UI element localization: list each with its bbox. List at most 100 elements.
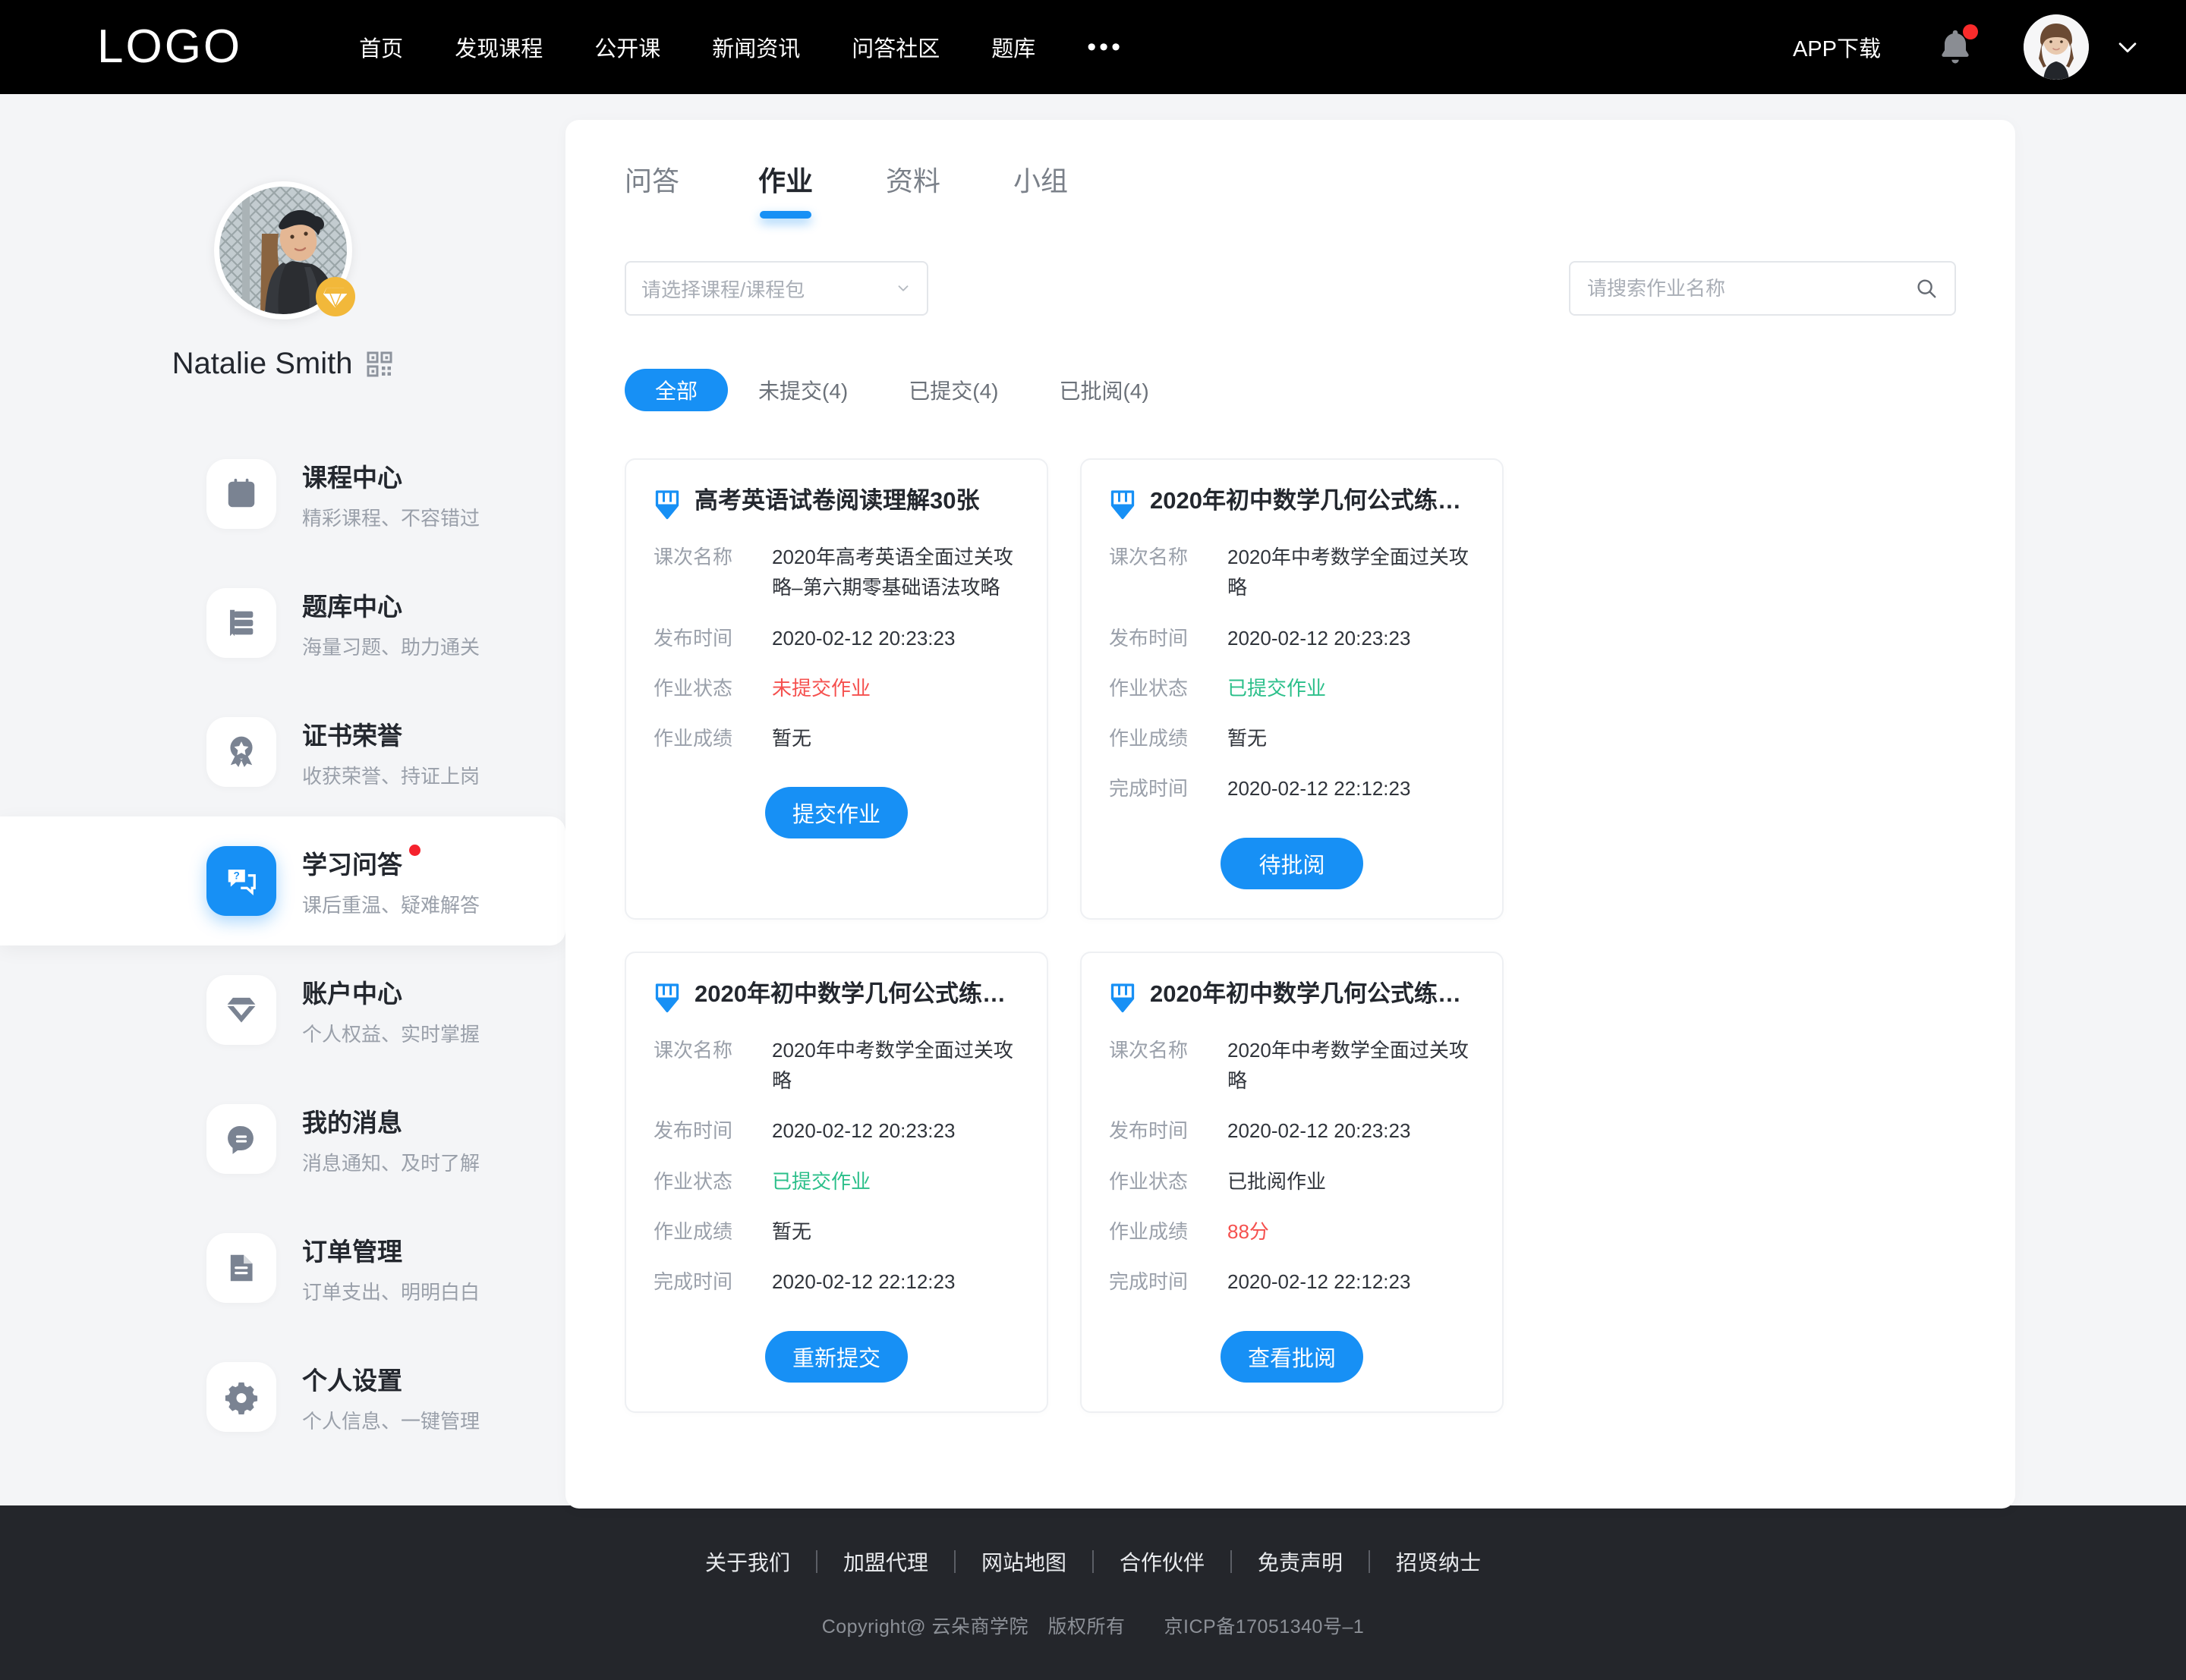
notification-bell-button[interactable] (1934, 24, 1978, 68)
field-status: 作业状态 已提交作业 (1109, 673, 1475, 703)
sidebar-item-account-center[interactable]: 账户中心 个人权益、实时掌握 (0, 945, 565, 1074)
card-title: 2020年初中数学几何公式练习作… (1150, 980, 1475, 1007)
tab-groups[interactable]: 小组 (977, 159, 1104, 219)
card-fields: 课次名称 2020年中考数学全面过关攻略 发布时间 2020-02-12 20:… (654, 1035, 1019, 1298)
nav-more-icon[interactable]: ••• (1061, 33, 1149, 60)
field-label: 作业成绩 (1109, 1219, 1189, 1243)
field-label: 作业状态 (1109, 1169, 1189, 1193)
medal-icon (230, 736, 253, 767)
body-area: Natalie Smith 课程中心 精彩课程、不容错过 题库中心 海量习题、助… (0, 94, 2186, 1509)
app-download-link[interactable]: APP下载 (1793, 31, 1881, 63)
submit-homework-button[interactable]: 提交作业 (765, 787, 908, 839)
view-review-button[interactable]: 查看批阅 (1221, 1330, 1363, 1383)
field-label: 完成时间 (1109, 777, 1189, 801)
resubmit-button[interactable]: 重新提交 (765, 1330, 908, 1383)
label-wrapper: 个人设置 个人信息、一键管理 (302, 1361, 480, 1434)
pen-nib-icon (655, 490, 679, 520)
field-publish-time: 发布时间 2020-02-12 20:23:23 (654, 1115, 1019, 1146)
field-score: 作业成绩 暂无 (654, 723, 1019, 753)
sidebar-item-sub: 海量习题、助力通关 (302, 635, 480, 659)
field-label: 课次名称 (654, 546, 733, 568)
sidebar-item-my-messages[interactable]: 我的消息 消息通知、及时了解 (0, 1074, 565, 1203)
field-finish-time: 完成时间 2020-02-12 22:12:23 (1109, 1266, 1475, 1297)
field-label: 课次名称 (1109, 546, 1189, 568)
chevron-down-icon (898, 285, 909, 291)
main-nav: 首页 发现课程 公开课 新闻资讯 问答社区 题库 ••• (333, 31, 1149, 63)
site-footer: 关于我们 加盟代理 网站地图 合作伙伴 免责声明 招贤纳士 Copyright@… (0, 1505, 2186, 1680)
nav-item-home[interactable]: 首页 (333, 31, 429, 63)
content-tabs: 问答 作业 资料 小组 (565, 120, 2015, 219)
qr-code-icon[interactable] (366, 351, 393, 378)
chip-reviewed[interactable]: 已批阅(4) (1028, 369, 1179, 411)
sidebar-item-course-center[interactable]: 课程中心 精彩课程、不容错过 (0, 429, 565, 558)
notification-badge-dot (1963, 24, 1978, 39)
footer-link-careers[interactable]: 招贤纳士 (1370, 1546, 1507, 1577)
homework-card[interactable]: 高考英语试卷阅读理解30张 课次名称 2020年高考英语全面过关攻略–第六期零基… (625, 458, 1048, 920)
pen-nib-icon (1110, 490, 1135, 520)
sidebar-item-certificates[interactable]: 证书荣誉 收获荣誉、持证上岗 (0, 687, 565, 816)
sidebar-item-orders[interactable]: 订单管理 订单支出、明明白白 (0, 1203, 565, 1332)
field-value: 2020-02-12 20:23:23 (772, 1119, 956, 1143)
tab-qa[interactable]: 问答 (625, 159, 722, 219)
card-fields: 课次名称 2020年高考英语全面过关攻略–第六期零基础语法攻略 发布时间 202… (654, 542, 1019, 753)
sidebar-item-personal-settings[interactable]: 个人设置 个人信息、一键管理 (0, 1332, 565, 1461)
nav-item-discover-courses[interactable]: 发现课程 (429, 31, 569, 63)
field-course: 课次名称 2020年中考数学全面过关攻略 (1109, 542, 1475, 603)
sidebar-item-sub: 个人权益、实时掌握 (302, 1022, 480, 1046)
avatar-wrapper[interactable] (213, 181, 355, 319)
search-input[interactable] (1587, 276, 1915, 300)
field-score: 作业成绩 暂无 (1109, 723, 1475, 753)
search-box[interactable] (1569, 261, 1956, 316)
footer-link-franchise[interactable]: 加盟代理 (817, 1546, 954, 1577)
card-header: 2020年初中数学几何公式练习作… (654, 979, 1019, 1015)
icon-wrapper (206, 459, 276, 529)
sidebar-item-question-bank[interactable]: 题库中心 海量习题、助力通关 (0, 558, 565, 687)
card-header: 2020年初中数学几何公式练习作… (1109, 979, 1475, 1015)
chip-submitted[interactable]: 已提交(4) (878, 369, 1028, 411)
chip-unsubmitted[interactable]: 未提交(4) (728, 369, 878, 411)
card-title: 2020年初中数学几何公式练习作… (1150, 487, 1475, 514)
footer-link-disclaimer[interactable]: 免责声明 (1232, 1546, 1369, 1577)
field-label: 发布时间 (1109, 626, 1189, 650)
footer-link-sitemap[interactable]: 网站地图 (956, 1546, 1092, 1577)
tab-materials[interactable]: 资料 (849, 159, 977, 219)
chip-all[interactable]: 全部 (625, 369, 729, 411)
nav-item-question-bank[interactable]: 题库 (965, 31, 1061, 63)
search-icon[interactable] (1915, 277, 1938, 300)
footer-link-partners[interactable]: 合作伙伴 (1094, 1546, 1230, 1577)
nav-item-news[interactable]: 新闻资讯 (686, 31, 826, 63)
field-label: 作业状态 (654, 1169, 733, 1193)
pen-nib-icon (1110, 983, 1135, 1012)
field-finish-time: 完成时间 2020-02-12 22:12:23 (654, 1266, 1019, 1297)
icon-wrapper (206, 717, 276, 787)
site-logo[interactable]: LOGO (97, 24, 242, 71)
field-course: 课次名称 2020年中考数学全面过关攻略 (654, 1035, 1019, 1096)
username-row: Natalie Smith (172, 347, 394, 381)
pen-nib-icon (655, 983, 679, 1012)
card-action-row: 提交作业 (654, 787, 1019, 839)
homework-card[interactable]: 2020年初中数学几何公式练习作… 课次名称 2020年中考数学全面过关攻略 发… (625, 951, 1048, 1413)
tab-homework[interactable]: 作业 (722, 159, 849, 219)
card-fields: 课次名称 2020年中考数学全面过关攻略 发布时间 2020-02-12 20:… (1109, 542, 1475, 804)
question-chat-icon: ? (228, 870, 256, 895)
nav-item-open-class[interactable]: 公开课 (569, 31, 686, 63)
user-name: Natalie Smith (172, 347, 353, 380)
header-avatar[interactable] (2024, 14, 2089, 80)
sidebar-item-study-qa[interactable]: ? 学习问答 课后重温、疑难解答 (0, 816, 565, 945)
nav-item-qa-community[interactable]: 问答社区 (826, 31, 965, 63)
card-title: 2020年初中数学几何公式练习作… (695, 980, 1019, 1007)
homework-card[interactable]: 2020年初中数学几何公式练习作… 课次名称 2020年中考数学全面过关攻略 发… (1080, 951, 1504, 1413)
field-value: 2020年高考英语全面过关攻略–第六期零基础语法攻略 (772, 546, 1013, 599)
footer-link-about[interactable]: 关于我们 (679, 1546, 816, 1577)
chevron-down-icon[interactable] (2115, 34, 2140, 60)
pending-review-button[interactable]: 待批阅 (1221, 837, 1363, 889)
status-filter-chips: 全部 未提交(4) 已提交(4) 已批阅(4) (625, 369, 1956, 411)
sidebar-nav-list: 课程中心 精彩课程、不容错过 题库中心 海量习题、助力通关 证书荣誉 收获荣誉、… (0, 429, 565, 1461)
label-wrapper: 证书荣誉 收获荣誉、持证上岗 (302, 716, 480, 789)
field-label: 课次名称 (1109, 1038, 1189, 1062)
homework-card[interactable]: 2020年初中数学几何公式练习作… 课次名称 2020年中考数学全面过关攻略 发… (1080, 458, 1504, 920)
course-select[interactable]: 请选择课程/课程包 (625, 261, 928, 316)
sidebar-item-sub: 精彩课程、不容错过 (302, 506, 480, 530)
sidebar-item-title: 我的消息 (302, 1108, 402, 1137)
field-label: 作业状态 (1109, 676, 1189, 700)
